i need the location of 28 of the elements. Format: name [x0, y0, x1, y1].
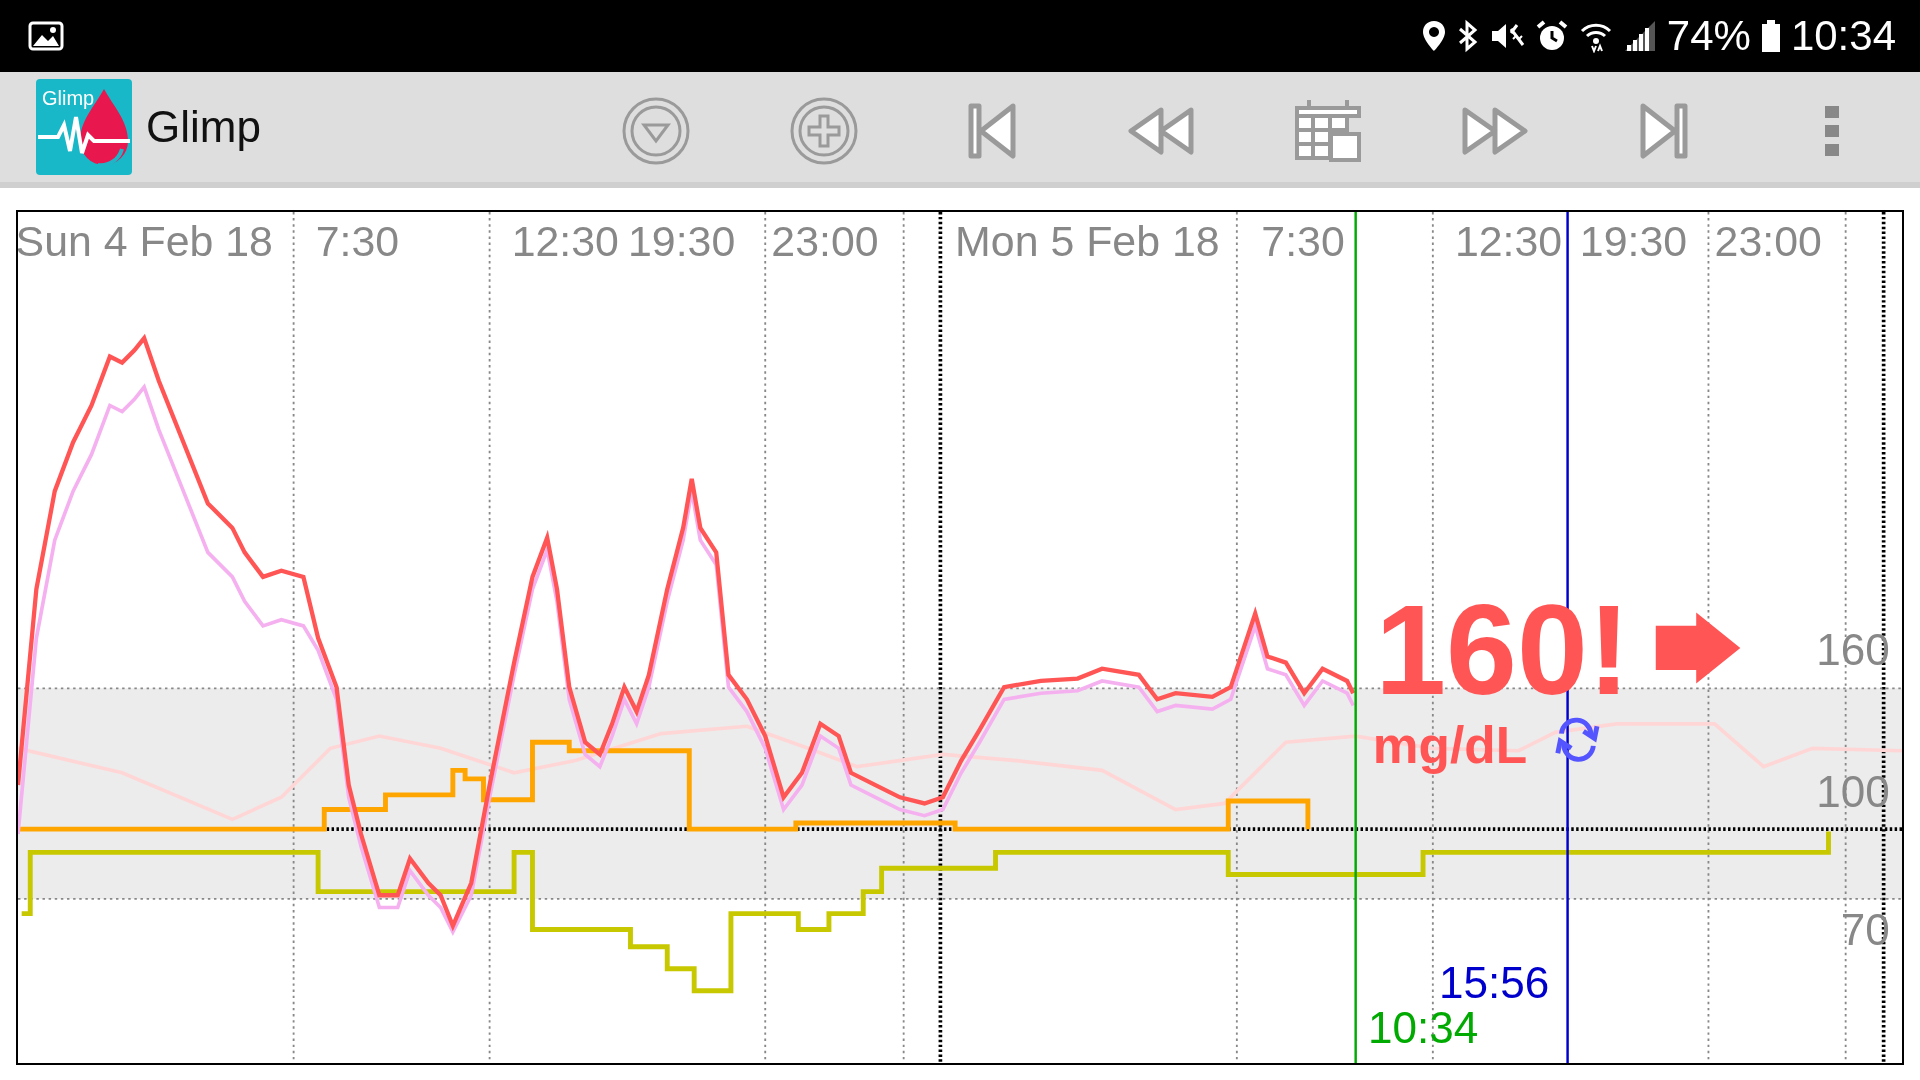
more-icon	[1824, 106, 1839, 156]
image-icon	[28, 21, 64, 51]
time-label: 19:30	[628, 217, 736, 266]
unit-label: mg/dL	[1372, 716, 1528, 774]
add-button[interactable]	[788, 96, 859, 166]
axis-value: 100	[1816, 767, 1890, 817]
battery-percent: 74%	[1666, 12, 1751, 60]
time-label: 19:30	[1579, 217, 1688, 266]
plus-icon	[788, 96, 859, 166]
refresh-icon	[1555, 717, 1600, 762]
time-label: 7:30	[315, 217, 400, 266]
alarm-icon	[1534, 19, 1569, 53]
collapse-button[interactable]	[620, 96, 691, 166]
time-label: 12:30	[1454, 217, 1563, 266]
time-label: 23:00	[1714, 217, 1822, 266]
time-label: Mon 5 Feb 18	[955, 217, 1220, 266]
time-label: 12:30	[511, 217, 619, 266]
app-title: Glimp	[146, 102, 261, 152]
time-label: 23:00	[771, 217, 879, 266]
time-label: 7:30	[1261, 217, 1345, 266]
location-icon	[1420, 19, 1447, 53]
trend-arrow-icon	[1655, 612, 1741, 684]
axis-value: 160	[1816, 625, 1890, 675]
battery-icon	[1760, 19, 1781, 53]
clock-time: 10:34	[1790, 12, 1896, 60]
axis-value: 70	[1840, 905, 1890, 955]
logo-text: Glimp	[42, 87, 95, 110]
bluetooth-icon	[1456, 19, 1479, 53]
